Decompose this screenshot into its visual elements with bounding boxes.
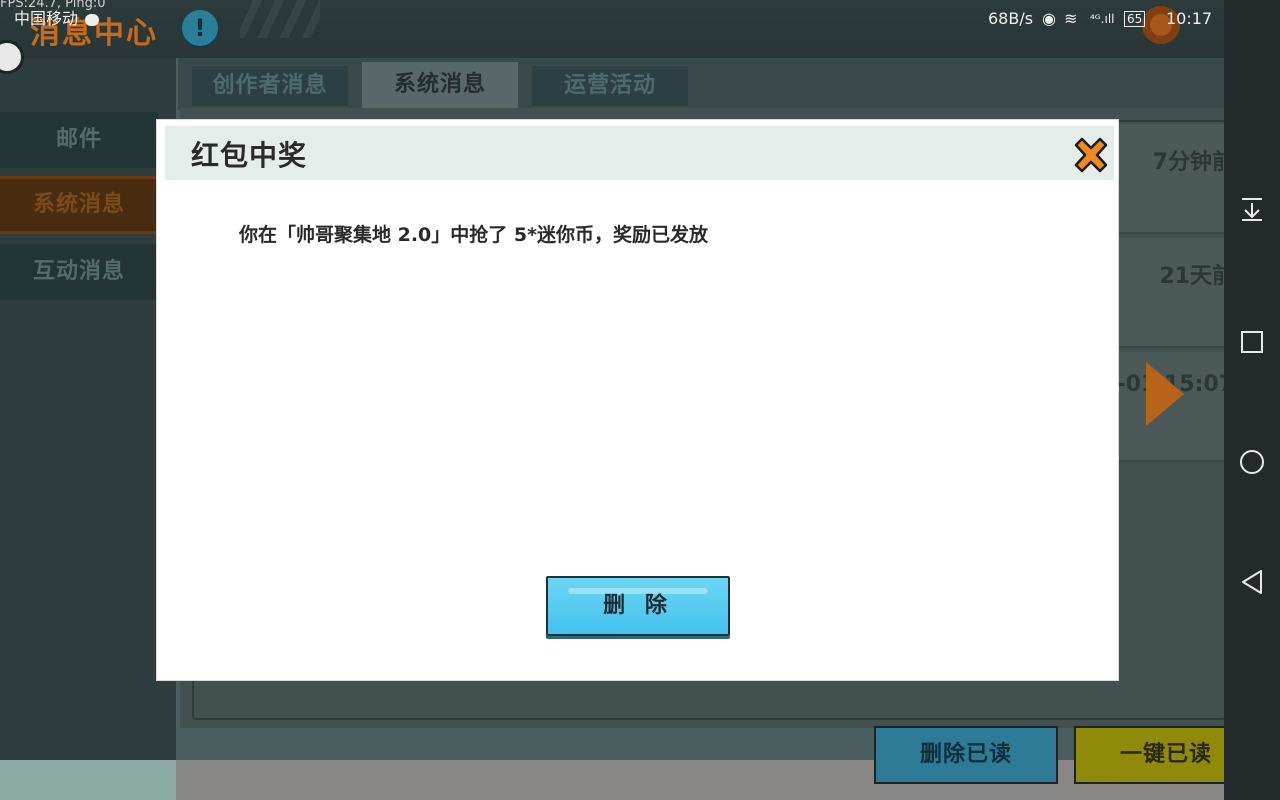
dialog-message: 你在「帅哥聚集地 2.0」中抢了 5*迷你币，奖励已发放 bbox=[239, 224, 709, 246]
reward-dialog: 红包中奖 你在「帅哥聚集地 2.0」中抢了 5*迷你币，奖励已发放 删 除 bbox=[157, 120, 1118, 680]
dialog-header: 红包中奖 bbox=[165, 126, 1114, 180]
delete-button[interactable]: 删 除 bbox=[546, 576, 730, 636]
close-icon[interactable] bbox=[1071, 134, 1111, 176]
dialog-title: 红包中奖 bbox=[191, 139, 308, 172]
